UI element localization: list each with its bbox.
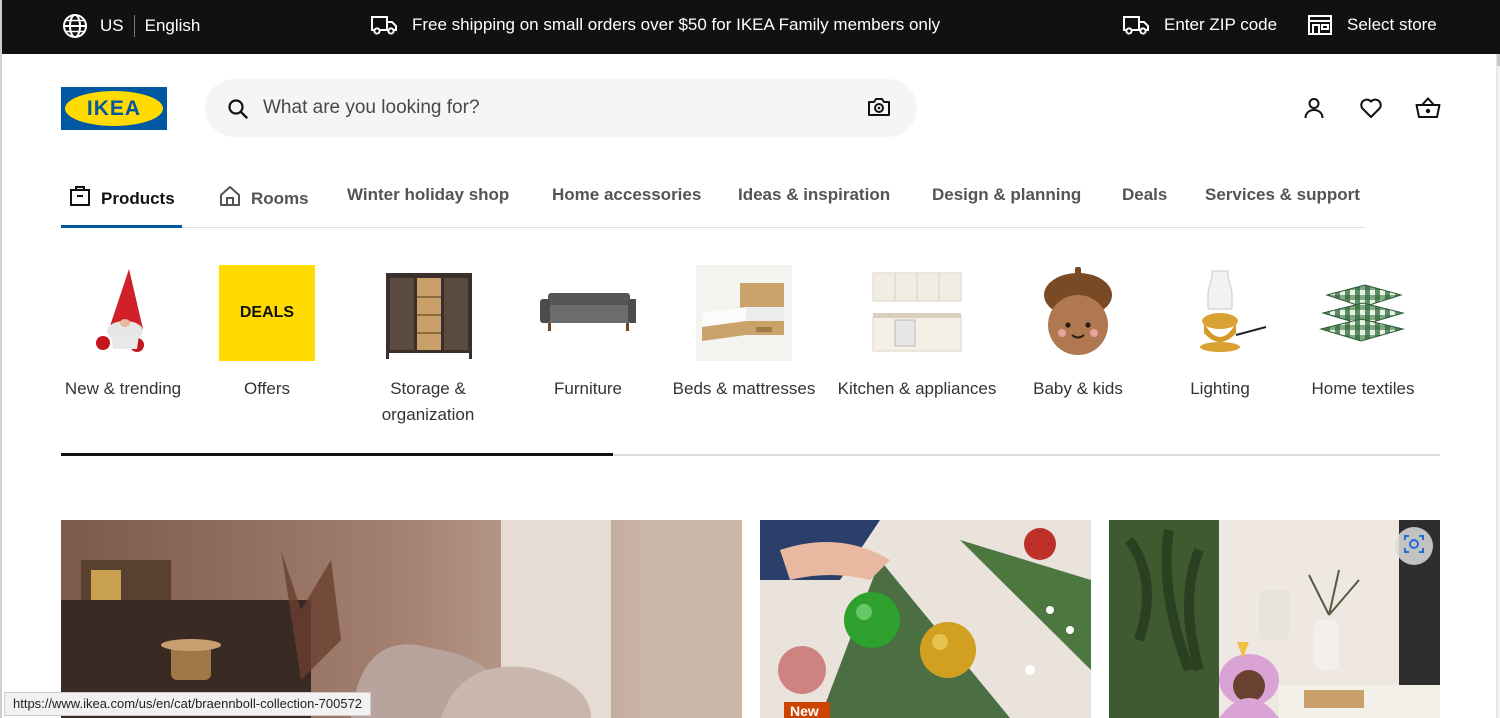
tab-label: Services & support (1205, 185, 1360, 204)
scan-icon (1403, 533, 1425, 560)
category-label: Beds & mattresses (672, 379, 816, 398)
search-bar[interactable] (205, 79, 917, 137)
tab-design-planning[interactable]: Design & planning (932, 185, 1081, 205)
tab-label: Design & planning (932, 185, 1082, 204)
page: US English Free shipping on small orders… (0, 0, 1500, 718)
ornaments-picture (760, 520, 1091, 718)
tab-label: Winter holiday shop (347, 185, 510, 204)
tab-services-support[interactable]: Services & support (1205, 185, 1360, 205)
tab-label: Products (101, 188, 175, 208)
search-input[interactable] (263, 89, 843, 127)
category-label: Storage & organization (381, 379, 475, 424)
tab-winter-holiday-shop[interactable]: Winter holiday shop (347, 185, 509, 205)
cabinet-image (386, 273, 472, 359)
zip-label: Enter ZIP code (1164, 15, 1278, 34)
kids-room-picture (1109, 520, 1440, 718)
camera-icon[interactable] (867, 96, 891, 123)
textiles-image (1319, 284, 1405, 342)
deals-tile: DEALS (219, 265, 315, 361)
free-shipping-promo[interactable]: Free shipping on small orders over $50 f… (370, 14, 940, 36)
search-icon[interactable] (227, 98, 249, 125)
heart-icon[interactable] (1359, 96, 1383, 120)
deals-badge-text: DEALS (239, 304, 295, 321)
ikea-logo[interactable]: IKEA (61, 87, 167, 130)
store-icon (1307, 14, 1333, 36)
tab-label: Home accessories (552, 185, 702, 204)
store-label: Select store (1347, 15, 1437, 34)
locale-selector[interactable]: US English (62, 13, 200, 39)
category-label: Home textiles (1311, 379, 1415, 398)
profile-icon[interactable] (1302, 96, 1326, 120)
select-store-button[interactable]: Select store (1307, 14, 1437, 36)
tab-home-accessories[interactable]: Home accessories (552, 185, 701, 205)
tab-label: Rooms (251, 188, 309, 208)
tab-ideas-inspiration[interactable]: Ideas & inspiration (738, 185, 890, 205)
zip-code-button[interactable]: Enter ZIP code (1122, 14, 1277, 36)
living-room-picture (61, 520, 742, 718)
scrollbar[interactable] (1496, 54, 1500, 718)
main-nav: Products Rooms Winter holiday shop Home … (61, 164, 1365, 228)
language-label[interactable]: English (145, 16, 201, 36)
basket-icon[interactable] (1415, 96, 1441, 120)
tab-products[interactable]: Products (69, 185, 175, 212)
lamp-image (1200, 270, 1267, 352)
globe-icon (62, 13, 88, 39)
hero-image-living-room[interactable] (61, 520, 742, 718)
category-label: Baby & kids (1033, 379, 1123, 398)
acorn-toy-image (1044, 267, 1112, 355)
tab-deals[interactable]: Deals (1122, 185, 1167, 205)
carousel-progress-fill (61, 453, 613, 456)
hero-image-kids-room[interactable] (1109, 520, 1440, 718)
sofa-image (540, 293, 636, 331)
hero-image-ornaments[interactable] (760, 520, 1091, 718)
visual-search-button[interactable] (1395, 527, 1433, 565)
carousel-progress-bar[interactable] (61, 453, 1440, 456)
new-badge: New (784, 702, 830, 718)
link-status-bar: https://www.ikea.com/us/en/cat/braennbol… (4, 692, 372, 716)
category-label: Offers (244, 379, 290, 398)
truck-icon (370, 14, 398, 36)
gnome-image (96, 269, 144, 352)
promo-text: Free shipping on small orders over $50 f… (412, 15, 941, 34)
category-label: Kitchen & appliances (837, 379, 997, 398)
truck-icon (1122, 14, 1150, 36)
logo-text: IKEA (86, 96, 142, 120)
tab-label: Deals (1122, 185, 1168, 204)
house-icon (219, 185, 241, 212)
top-bar: US English Free shipping on small orders… (2, 0, 1500, 54)
active-tab-indicator (61, 225, 182, 228)
kitchen-image (872, 272, 962, 352)
tab-rooms[interactable]: Rooms (219, 185, 309, 212)
logo-oval: IKEA (65, 91, 163, 126)
category-label: New & trending (64, 379, 182, 398)
country-label[interactable]: US (100, 16, 124, 36)
category-label: Furniture (553, 379, 623, 398)
bed-image (696, 265, 792, 361)
tab-label: Ideas & inspiration (738, 185, 891, 204)
category-label: Lighting (1190, 379, 1250, 398)
divider (133, 15, 135, 37)
box-icon (69, 185, 91, 212)
